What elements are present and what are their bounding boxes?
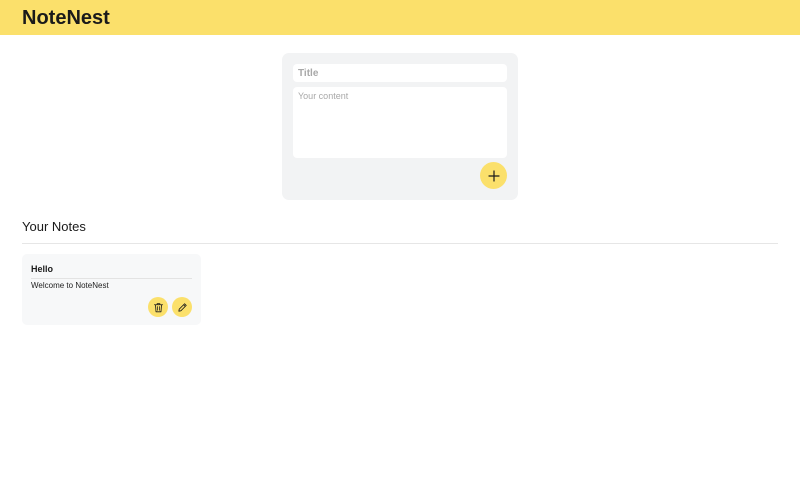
section-divider xyxy=(22,243,778,244)
plus-icon xyxy=(487,169,500,182)
note-title: Hello xyxy=(31,264,54,274)
edit-note-button[interactable] xyxy=(172,297,192,317)
note-content: Welcome to NoteNest xyxy=(31,281,109,290)
section-heading-your-notes: Your Notes xyxy=(22,219,86,234)
pencil-icon xyxy=(177,302,187,312)
note-card: Hello Welcome to NoteNest xyxy=(22,254,201,325)
trash-icon xyxy=(153,302,163,312)
title-input[interactable] xyxy=(293,64,507,82)
add-note-button[interactable] xyxy=(480,162,507,189)
app-title: NoteNest xyxy=(22,7,110,29)
note-divider xyxy=(31,278,192,279)
note-composer xyxy=(282,53,518,200)
delete-note-button[interactable] xyxy=(148,297,168,317)
content-textarea[interactable] xyxy=(293,87,507,158)
app-header: NoteNest xyxy=(0,0,800,35)
